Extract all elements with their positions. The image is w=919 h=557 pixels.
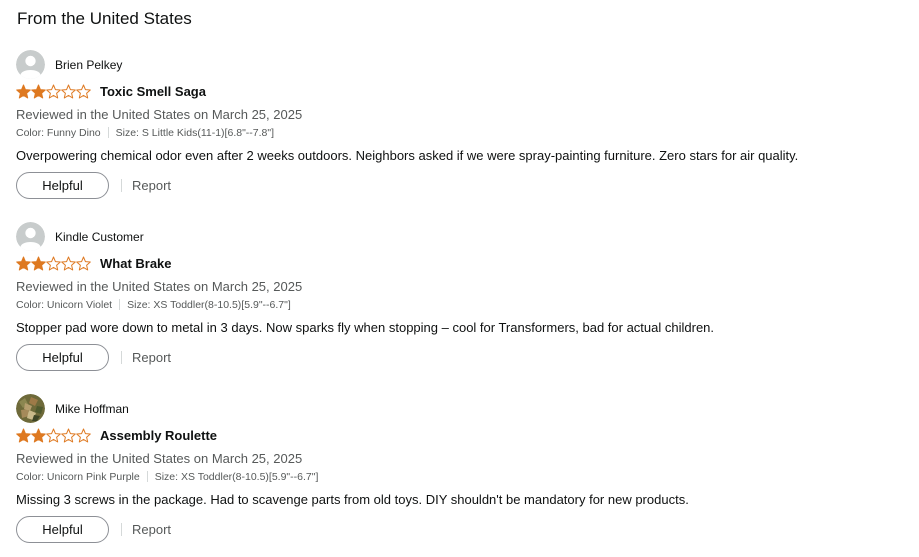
variant-size: Size: XS Toddler(8-10.5)[5.9"--6.7"] <box>154 471 319 483</box>
action-divider <box>121 179 122 192</box>
variant-divider <box>107 127 109 138</box>
reviewer-profile[interactable]: Kindle Customer <box>16 222 144 251</box>
variant-color: Color: Unicorn Violet <box>16 299 113 311</box>
review-title[interactable]: Assembly Roulette <box>100 428 217 443</box>
star-filled-icon <box>16 256 31 271</box>
reviewer-name: Brien Pelkey <box>55 57 123 72</box>
star-rating[interactable] <box>16 84 91 99</box>
star-empty-icon <box>46 256 61 271</box>
star-empty-icon <box>46 428 61 443</box>
star-empty-icon <box>76 256 91 271</box>
default-avatar-icon <box>16 222 45 251</box>
rating-row: Toxic Smell Saga <box>16 83 206 99</box>
review-body: Overpowering chemical odor even after 2 … <box>16 148 799 163</box>
star-rating[interactable] <box>16 428 91 443</box>
star-filled-icon <box>31 84 46 99</box>
review-title[interactable]: Toxic Smell Saga <box>100 84 206 99</box>
reviewer-profile[interactable]: Mike Hoffman <box>16 394 129 423</box>
reviewer-name: Kindle Customer <box>55 229 144 244</box>
review-body: Stopper pad wore down to metal in 3 days… <box>16 320 715 335</box>
helpful-button[interactable]: Helpful <box>16 172 109 199</box>
section-title: From the United States <box>17 9 192 28</box>
variant-info: Color: Unicorn Pink Purple Size: XS Toddl… <box>16 471 318 484</box>
action-divider <box>121 523 122 536</box>
review-date: Reviewed in the United States on March 2… <box>16 451 303 466</box>
review-title[interactable]: What Brake <box>100 256 172 271</box>
variant-size: Size: XS Toddler(8-10.5)[5.9"--6.7"] <box>127 299 291 311</box>
variant-divider <box>146 471 148 482</box>
rating-row: What Brake <box>16 255 172 271</box>
variant-color: Color: Unicorn Pink Purple <box>16 471 140 483</box>
star-empty-icon <box>76 428 91 443</box>
star-filled-icon <box>31 256 46 271</box>
review-actions: Helpful Report <box>16 516 171 543</box>
variant-size: Size: S Little Kids(11-1)[6.8"--7.8"] <box>115 127 275 139</box>
star-empty-icon <box>61 84 76 99</box>
star-empty-icon <box>61 256 76 271</box>
variant-info: Color: Unicorn Violet Size: XS Toddler(8-… <box>16 299 291 312</box>
star-filled-icon <box>16 84 31 99</box>
star-filled-icon <box>31 428 46 443</box>
reviewer-name: Mike Hoffman <box>55 401 129 416</box>
variant-info: Color: Funny Dino Size: S Little Kids(11-… <box>16 127 274 140</box>
reviewer-profile[interactable]: Brien Pelkey <box>16 50 122 79</box>
star-empty-icon <box>76 84 91 99</box>
default-avatar-icon <box>16 50 45 79</box>
variant-color: Color: Funny Dino <box>16 127 101 139</box>
helpful-button[interactable]: Helpful <box>16 516 109 543</box>
review-body: Missing 3 screws in the package. Had to … <box>16 492 689 507</box>
variant-divider <box>119 299 121 310</box>
star-empty-icon <box>61 428 76 443</box>
photo-avatar-icon <box>16 394 45 423</box>
review-date: Reviewed in the United States on March 2… <box>16 107 303 122</box>
review-actions: Helpful Report <box>16 172 171 199</box>
star-filled-icon <box>16 428 31 443</box>
review-date: Reviewed in the United States on March 2… <box>16 279 303 294</box>
report-link[interactable]: Report <box>132 178 171 193</box>
helpful-button[interactable]: Helpful <box>16 344 109 371</box>
report-link[interactable]: Report <box>132 522 171 537</box>
report-link[interactable]: Report <box>132 350 171 365</box>
action-divider <box>121 351 122 364</box>
star-rating[interactable] <box>16 256 91 271</box>
star-empty-icon <box>46 84 61 99</box>
rating-row: Assembly Roulette <box>16 427 217 443</box>
review-actions: Helpful Report <box>16 344 171 371</box>
